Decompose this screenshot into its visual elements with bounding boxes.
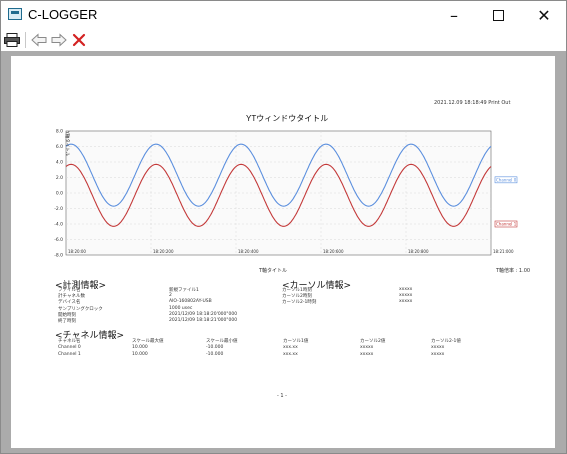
channel-table-cell: -10.000 [206, 345, 224, 350]
close-icon: ✕ [537, 5, 551, 25]
toolbar-separator [25, 32, 26, 48]
measurement-value: 新規ファイル1 [169, 288, 199, 293]
y-tick-label: 0.0 [56, 191, 63, 197]
channel-table-cell: xxxxx [431, 351, 445, 357]
app-logo-icon [8, 8, 22, 20]
series-end-label: Channel 1 [496, 222, 517, 227]
cursor-label: カーソル2-1時刻 [282, 300, 317, 306]
minimize-icon: – [450, 5, 458, 25]
window-title: C-LOGGER [28, 7, 98, 22]
y-tick-label: -6.0 [54, 237, 63, 243]
channel-table-cell: xxx.xx [283, 351, 298, 357]
y-tick-label: -4.0 [54, 222, 63, 228]
channel-table-cell: 10.000 [132, 351, 148, 357]
y-tick-label: 2.0 [56, 175, 63, 181]
measurement-value: 2 [169, 293, 172, 299]
measurement-label: 終了時刻 [58, 319, 76, 324]
channel-table-cell: xxxxx [431, 345, 445, 350]
t-axis-magnification: T軸倍率 : 1.00 [496, 268, 531, 274]
maximize-button[interactable] [476, 1, 520, 29]
x-tick-label: 18:20:400 [238, 249, 259, 254]
print-preview-area[interactable]: 2021.12.09 18:18:49 Print Out YTウィンドウタイト… [1, 51, 566, 453]
channel-table-header: チャネル名 [58, 339, 81, 344]
measurement-value: 1000 usec [169, 305, 193, 311]
print-button[interactable] [3, 31, 21, 49]
measurement-label: サンプリングクロック [58, 306, 103, 312]
app-window: C-LOGGER – ✕ 2021.12.09 18:18:49 Print O… [0, 0, 567, 454]
print-out-timestamp: 2021.12.09 18:18:49 Print Out [434, 100, 511, 106]
x-axis-title: T軸タイトル [259, 268, 288, 274]
printer-icon [4, 33, 20, 47]
close-preview-button[interactable] [70, 31, 88, 49]
channel-table-header: スケール最小値 [206, 339, 238, 344]
channel-table-cell: Channel 0 [58, 345, 81, 350]
channel-table-header: カーソル1値 [283, 339, 309, 344]
channel-table-cell: Channel 1 [58, 351, 81, 357]
maximize-icon [492, 9, 504, 21]
report-page: 2021.12.09 18:18:49 Print Out YTウィンドウタイト… [11, 56, 555, 448]
channel-table-cell: xxxxx [360, 351, 374, 357]
cursor-label: カーソル2時刻 [282, 294, 312, 300]
channel-table-header: カーソル2-1値 [431, 339, 461, 344]
channel-table-cell: xxx.xx [283, 345, 298, 350]
cursor-value: xxxxx [399, 299, 413, 305]
channel-table-header: カーソル2値 [360, 339, 386, 344]
back-button[interactable] [30, 31, 48, 49]
y-tick-label: -8.0 [54, 253, 63, 259]
x-tick-label: 18:20:800 [408, 249, 429, 254]
y-tick-label: -2.0 [54, 206, 63, 212]
x-tick-label: 18:20:600 [323, 249, 344, 254]
measurement-label: デバイス名 [58, 300, 81, 306]
measurement-value: AIO-160802AY-USB [169, 299, 212, 305]
minimize-button[interactable]: – [432, 1, 476, 29]
y-tick-label: 6.0 [56, 144, 63, 150]
measurement-value: 2021/12/09 18:18:21'000"000 [169, 318, 238, 323]
cursor-label: カーソル1時刻 [282, 288, 312, 293]
measurement-label: ファイル名 [58, 288, 81, 293]
forward-arrow-icon [51, 33, 67, 47]
x-tick-label: 18:20:200 [153, 249, 174, 254]
channel-table-cell: 10.000 [132, 345, 148, 350]
x-tick-label: 18:20:00 [68, 249, 86, 254]
toolbar [1, 29, 566, 51]
channel-table-header: スケール最大値 [132, 339, 164, 344]
page-number: - 1 - [277, 393, 287, 399]
chart-title: YTウィンドウタイトル [246, 114, 329, 123]
forward-button[interactable] [50, 31, 68, 49]
yt-chart: 8.0 6.0 4.0 2.0 0.0 -2.0 -4.0 -6.0 -8.0 18:20:00 1… [54, 129, 518, 259]
cursor-value: xxxxx [399, 293, 413, 299]
channel-table-cell: xxxxx [360, 345, 374, 350]
red-x-icon [72, 33, 86, 47]
measurement-label: 計チャネル数 [58, 294, 85, 300]
y-axis-title: Y軸タイトル [64, 131, 69, 157]
y-tick-label: 8.0 [56, 129, 63, 135]
cursor-value: xxxxx [399, 287, 413, 292]
series-end-label: Channel 0 [496, 177, 517, 182]
y-tick-label: 4.0 [56, 160, 63, 166]
channel-table-cell: -10.000 [206, 351, 224, 357]
measurement-value: 2021/12/09 18:18:20'000"000 [169, 311, 238, 317]
x-tick-label: 18:21:000 [493, 249, 514, 254]
close-button[interactable]: ✕ [522, 1, 566, 29]
back-arrow-icon [31, 33, 47, 47]
measurement-label: 開始時刻 [58, 312, 76, 318]
title-bar: C-LOGGER – ✕ [1, 1, 566, 29]
